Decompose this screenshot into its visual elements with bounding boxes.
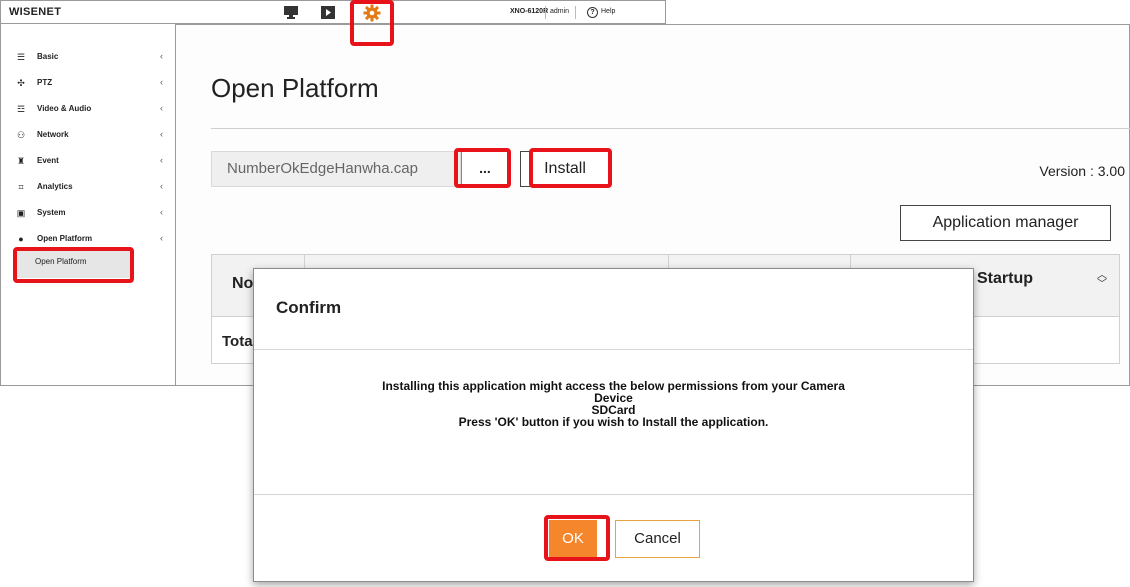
sidebar-item-system[interactable]: ▣ System ‹ <box>1 200 177 226</box>
sidebar-item-ptz[interactable]: ✣ PTZ ‹ <box>1 70 177 96</box>
chevron-left-icon: ‹ <box>160 103 163 113</box>
divider <box>211 128 1130 129</box>
divider <box>575 6 576 19</box>
file-path-field[interactable]: NumberOkEdgeHanwha.cap <box>211 151 461 187</box>
system-icon: ▣ <box>16 208 26 218</box>
ptz-icon: ✣ <box>17 78 25 88</box>
video-audio-icon: ☲ <box>16 104 26 114</box>
sidebar-item-analytics[interactable]: ⌗ Analytics ‹ <box>1 174 177 200</box>
user-name[interactable]: admin <box>550 8 569 15</box>
column-header-startup[interactable]: Startup <box>977 270 1033 288</box>
help-icon[interactable]: ? <box>587 7 598 18</box>
wisenet-logo: WISENET <box>9 6 62 18</box>
version-label: Version : 3.00 <box>1039 163 1125 179</box>
open-platform-icon: ● <box>18 234 24 244</box>
divider <box>254 494 973 495</box>
sidebar-item-label: Event <box>37 156 59 165</box>
highlight-ok <box>544 515 610 561</box>
list-icon: ☰ <box>16 52 26 62</box>
chevron-left-icon: ‹ <box>160 51 163 61</box>
dialog-message: Installing this application might access… <box>254 380 973 428</box>
analytics-icon: ⌗ <box>18 182 24 192</box>
play-icon[interactable] <box>321 6 335 19</box>
highlight-browse <box>454 148 511 188</box>
highlight-sidebar-open-platform <box>13 247 134 283</box>
message-line: Press 'OK' button if you wish to Install… <box>458 415 769 429</box>
chevron-left-icon: ‹ <box>160 155 163 165</box>
monitor-icon[interactable] <box>284 6 298 19</box>
sidebar-item-label: System <box>37 208 66 217</box>
chevron-left-icon: ‹ <box>160 207 163 217</box>
highlight-gear <box>350 0 394 46</box>
sidebar-item-video-audio[interactable]: ☲ Video & Audio ‹ <box>1 96 177 122</box>
cancel-button[interactable]: Cancel <box>615 520 700 558</box>
sidebar-item-label: Open Platform <box>37 234 93 243</box>
sidebar-item-label: Network <box>37 130 69 139</box>
divider <box>545 6 546 19</box>
model-name: XNO-6120R <box>510 8 549 15</box>
application-manager-button[interactable]: Application manager <box>900 205 1111 241</box>
network-icon: ⚇ <box>16 130 26 140</box>
sidebar-item-label: Video & Audio <box>37 104 92 113</box>
chevron-left-icon: ‹ <box>160 233 163 243</box>
sort-icon[interactable]: ︿ ﹀ <box>1097 271 1107 290</box>
sidebar-item-event[interactable]: ♜ Event ‹ <box>1 148 177 174</box>
dialog-title: Confirm <box>276 298 342 317</box>
sidebar-item-basic[interactable]: ☰ Basic ‹ <box>1 44 177 70</box>
chevron-left-icon: ‹ <box>160 77 163 87</box>
sidebar-item-label: Basic <box>37 52 59 61</box>
top-bar: WISENET XNO-6120R admin ? Help <box>0 0 666 24</box>
sidebar-item-label: Analytics <box>37 182 73 191</box>
highlight-install <box>529 148 612 188</box>
event-icon: ♜ <box>16 156 26 166</box>
sidebar: ☰ Basic ‹ ✣ PTZ ‹ ☲ Video & Audio ‹ ⚇ Ne… <box>0 24 176 386</box>
sidebar-item-label: PTZ <box>37 78 53 87</box>
help-link[interactable]: Help <box>601 8 615 15</box>
chevron-left-icon: ‹ <box>160 129 163 139</box>
column-header-no[interactable]: No <box>232 275 253 293</box>
divider <box>254 349 973 350</box>
page-title: Open Platform <box>211 73 379 103</box>
sidebar-item-network[interactable]: ⚇ Network ‹ <box>1 122 177 148</box>
total-label: Total <box>222 333 257 350</box>
confirm-dialog: Confirm Installing this application migh… <box>253 268 974 582</box>
chevron-left-icon: ‹ <box>160 181 163 191</box>
